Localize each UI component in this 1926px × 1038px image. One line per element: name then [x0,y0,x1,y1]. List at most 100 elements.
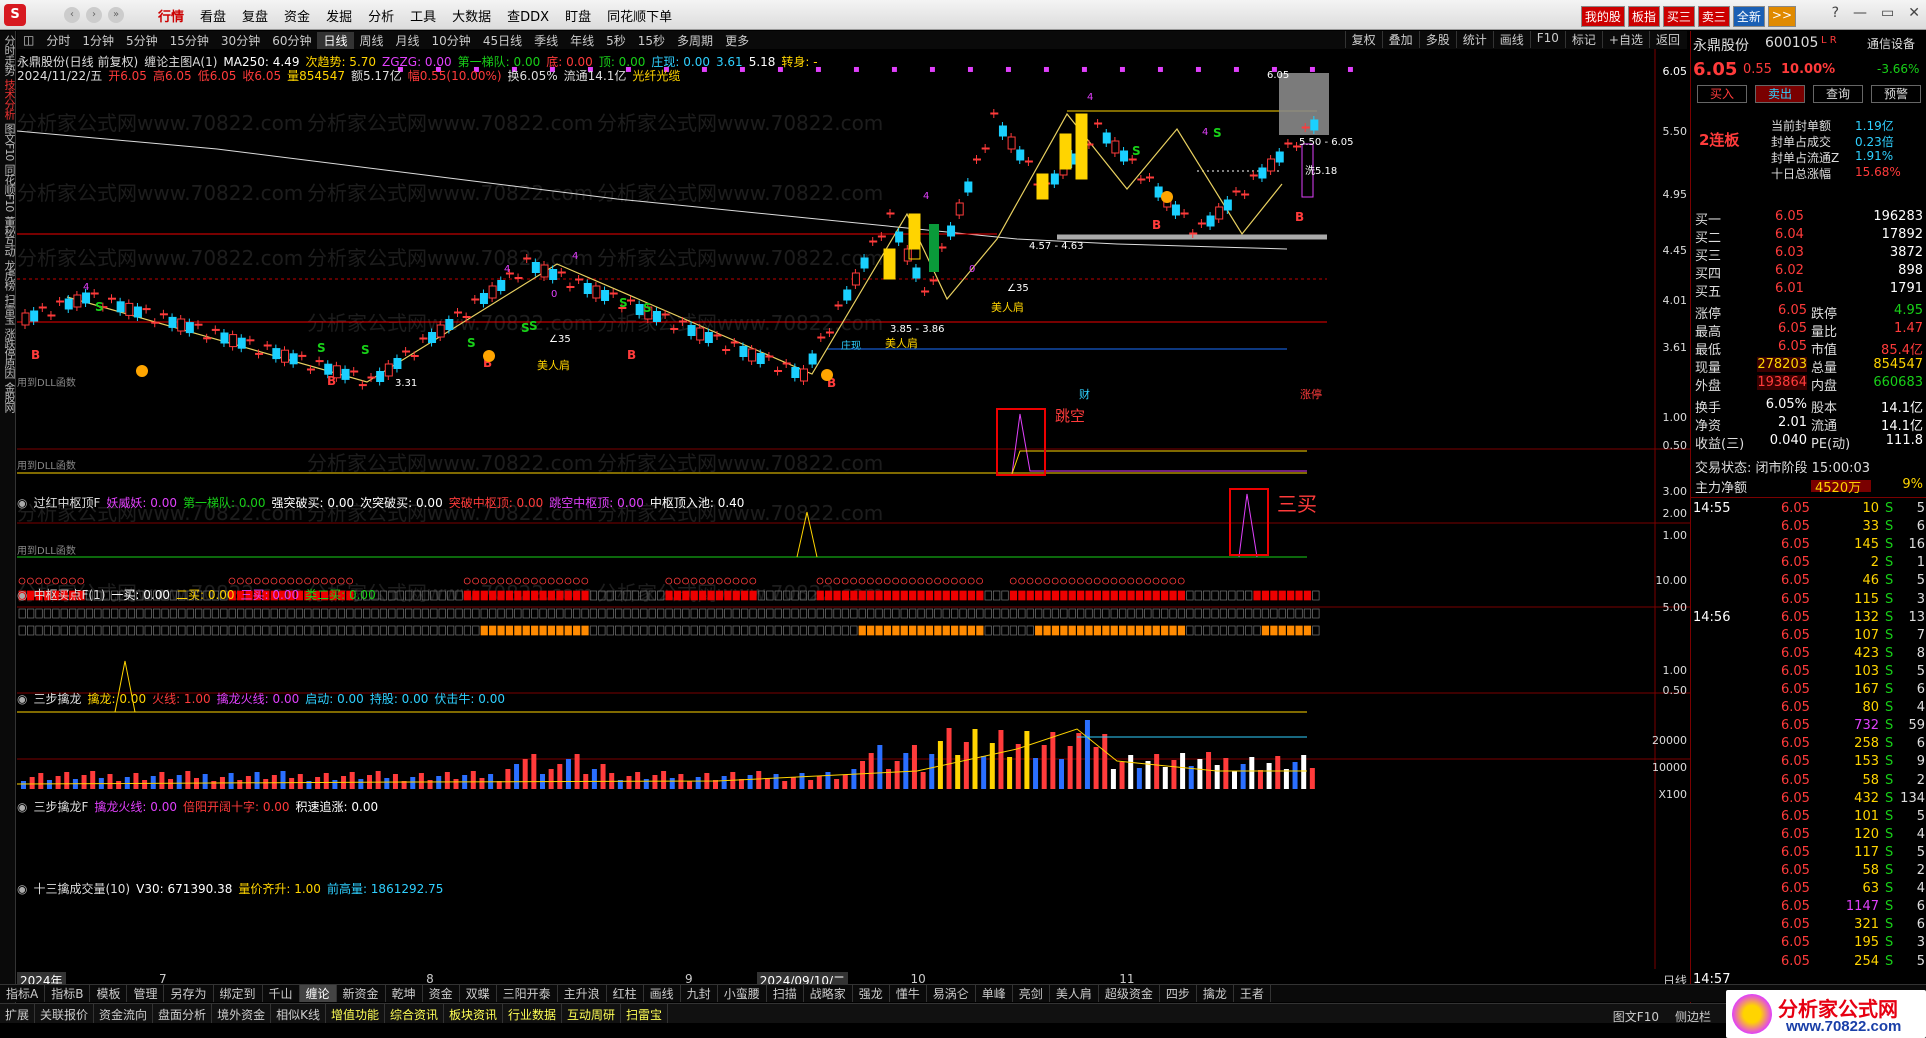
bottom-tab-1[interactable]: 指标B [45,985,91,1002]
bottom-tab-18[interactable]: 扫描 [767,985,804,1002]
period-tab-5[interactable]: 60分钟 [266,32,317,49]
function-tab-1[interactable]: 关联报价 [35,1004,95,1023]
trade-button-0[interactable]: 买入 [1697,85,1747,103]
bottom-tab-23[interactable]: 单峰 [976,985,1013,1002]
function-tab-9[interactable]: 行业数据 [503,1004,563,1023]
collapse-icon[interactable]: ◉ [17,692,27,706]
bottom-tab-20[interactable]: 强龙 [853,985,890,1002]
left-tab-2[interactable]: 图文F10 [1,123,17,160]
bottom-tab-21[interactable]: 懂牛 [890,985,927,1002]
function-right-1[interactable]: 侧边栏 [1670,1006,1716,1027]
function-tab-4[interactable]: 境外资金 [212,1004,272,1023]
quick-button-1[interactable]: 板指 [1627,6,1660,27]
menu-item-1[interactable]: 看盘 [192,6,234,25]
function-tab-10[interactable]: 互动周研 [562,1004,622,1023]
period-tab-15[interactable]: 多周期 [671,32,719,49]
period-tab-16[interactable]: 更多 [719,32,755,49]
trade-button-2[interactable]: 查询 [1813,85,1863,103]
bottom-tab-10[interactable]: 资金 [423,985,460,1002]
collapse-icon[interactable]: ◉ [17,588,27,602]
left-tab-0[interactable]: 分时走势 [1,35,17,75]
bottom-tab-11[interactable]: 双蝶 [460,985,497,1002]
bottom-tab-27[interactable]: 四步 [1160,985,1197,1002]
left-tab-3[interactable]: 同花顺F10 [1,164,17,211]
chart-tool-3[interactable]: 统计 [1455,31,1493,48]
menu-item-10[interactable]: 同花顺下单 [599,6,680,25]
menu-item-4[interactable]: 发掘 [318,6,360,25]
bottom-tab-0[interactable]: 指标A [0,985,46,1002]
bottom-tab-15[interactable]: 画线 [644,985,681,1002]
back-icon[interactable]: ‹ [64,7,80,23]
left-tab-8[interactable]: 金股网 [1,382,17,412]
trade-button-3[interactable]: 预警 [1871,85,1921,103]
left-tab-7[interactable]: 涨跌停原因 [1,328,17,378]
period-tab-10[interactable]: 45日线 [477,32,528,49]
period-tab-4[interactable]: 30分钟 [215,32,266,49]
bottom-tab-9[interactable]: 乾坤 [386,985,423,1002]
bottom-tab-3[interactable]: 管理 [127,985,165,1002]
chart-tool-6[interactable]: 标记 [1564,31,1602,48]
function-tab-2[interactable]: 资金流向 [94,1004,154,1023]
function-tab-11[interactable]: 扫雷宝 [621,1004,669,1023]
chart-tool-1[interactable]: 叠加 [1381,31,1419,48]
bottom-tab-16[interactable]: 九封 [681,985,718,1002]
close-icon[interactable]: ✕ [1908,5,1920,21]
bottom-tab-8[interactable]: 新资金 [337,985,386,1002]
kline-chart-area[interactable]: 分析家公式网www.70822.com 分析家公式网www.70822.com 分析… [17,49,1690,984]
chart-tool-4[interactable]: 画线 [1492,31,1530,48]
function-tab-3[interactable]: 盘面分析 [153,1004,213,1023]
period-tab-0[interactable]: 分时 [40,32,76,49]
menu-item-5[interactable]: 分析 [360,6,402,25]
forward-icon[interactable]: › [86,7,102,23]
bottom-tab-29[interactable]: 王者 [1234,985,1271,1002]
bottom-tab-7[interactable]: 缠论 [299,985,337,1002]
function-right-0[interactable]: 图文F10 [1608,1006,1664,1027]
function-tab-8[interactable]: 板块资讯 [444,1004,503,1023]
period-tab-2[interactable]: 5分钟 [120,32,164,49]
left-tab-4[interactable]: 董秘互动 [1,216,17,256]
minimize-icon[interactable]: — [1853,5,1867,21]
bottom-tab-13[interactable]: 主升浪 [558,985,607,1002]
bottom-tab-24[interactable]: 亮剑 [1013,985,1050,1002]
left-tab-5[interactable]: 龙虎榜 [1,260,17,290]
maximize-icon[interactable]: ▭ [1881,5,1894,21]
menu-item-0[interactable]: 行情 [150,6,192,25]
refresh-icon[interactable]: » [108,7,124,23]
period-tab-7[interactable]: 周线 [354,32,390,49]
layout-icon[interactable]: ◫ [17,33,40,47]
bottom-tab-25[interactable]: 美人肩 [1050,985,1099,1002]
period-tab-1[interactable]: 1分钟 [76,32,120,49]
bottom-tab-17[interactable]: 小蛮腰 [718,985,767,1002]
stock-setting[interactable]: 通信设备 [1867,35,1915,52]
period-tab-3[interactable]: 15分钟 [164,32,215,49]
bottom-tab-14[interactable]: 红柱 [607,985,644,1002]
menu-item-6[interactable]: 工具 [402,6,444,25]
bottom-tab-6[interactable]: 千山 [263,985,300,1002]
left-tab-1[interactable]: 技术分析 [1,79,17,119]
bottom-tab-19[interactable]: 战略家 [804,985,853,1002]
bottom-tab-4[interactable]: 另存为 [164,985,214,1002]
chart-tool-7[interactable]: +自选 [1601,31,1649,48]
chart-tool-2[interactable]: 多股 [1418,31,1456,48]
quick-button-0[interactable]: 我的股 [1580,6,1625,27]
function-tab-7[interactable]: 综合资讯 [385,1004,444,1023]
function-tab-0[interactable]: 扩展 [0,1004,36,1023]
chart-tool-8[interactable]: 返回 [1648,31,1686,48]
bottom-tab-2[interactable]: 模板 [90,985,128,1002]
period-tab-13[interactable]: 5秒 [600,32,632,49]
bottom-tab-5[interactable]: 绑定到 [214,985,263,1002]
chart-tool-0[interactable]: 复权 [1344,31,1382,48]
menu-item-2[interactable]: 复盘 [234,6,276,25]
period-tab-14[interactable]: 15秒 [632,32,671,49]
help-icon[interactable]: ? [1832,5,1839,21]
period-tab-6[interactable]: 日线 [317,31,354,49]
quick-button-2[interactable]: 买三 [1662,6,1695,27]
trade-button-1[interactable]: 卖出 [1755,85,1805,103]
bottom-tab-12[interactable]: 三阳开泰 [497,985,558,1002]
quick-button-4[interactable]: 全新 [1732,6,1765,27]
bottom-tab-26[interactable]: 超级资金 [1099,985,1160,1002]
quick-button-3[interactable]: 卖三 [1697,6,1730,27]
period-tab-11[interactable]: 季线 [528,32,564,49]
menu-item-9[interactable]: 盯盘 [557,6,599,25]
period-tab-9[interactable]: 10分钟 [426,32,477,49]
